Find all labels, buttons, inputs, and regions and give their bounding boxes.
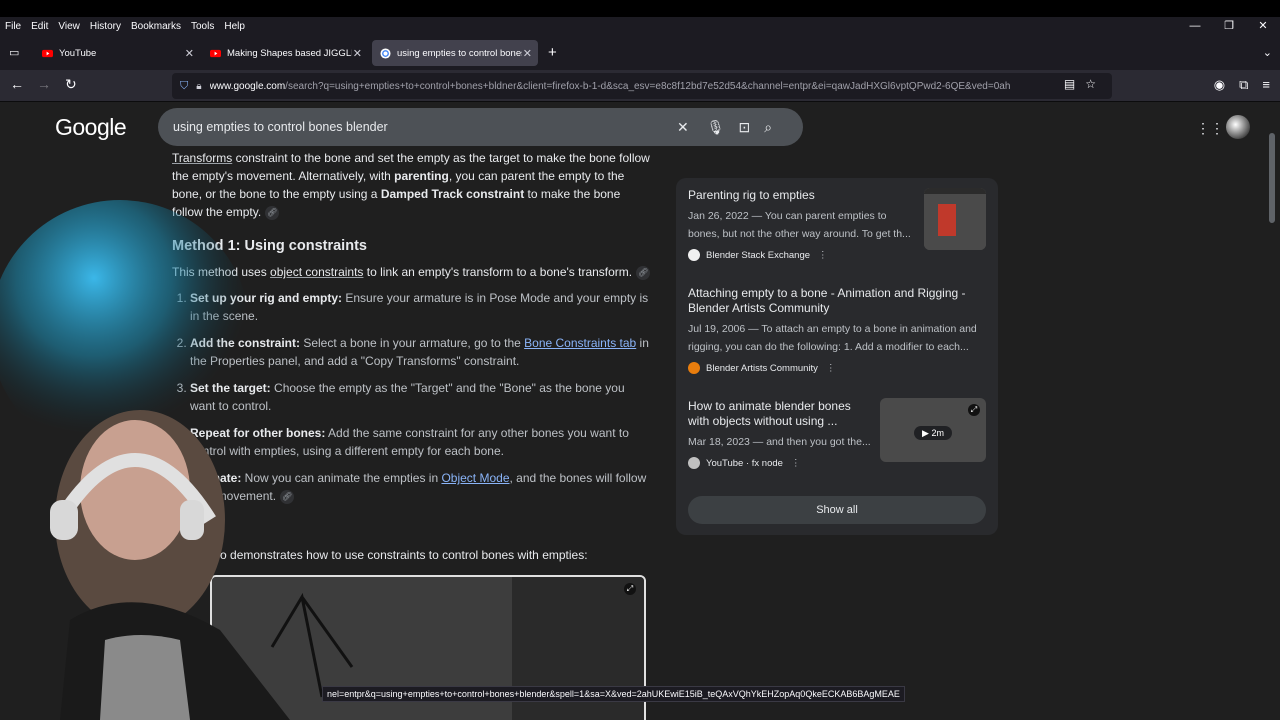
close-window-icon[interactable]: ✕ [1246,17,1280,36]
blender-artists-icon [688,362,700,374]
more-options-icon[interactable]: ⋮ [826,363,836,374]
bone-constraints-link[interactable]: Bone Constraints tab [524,336,636,350]
card-description: Jul 19, 2006 — To attach an empty to a b… [688,323,977,353]
camera-search-icon[interactable]: ⊡ [739,119,751,136]
restore-icon[interactable]: ❐ [1212,17,1246,36]
clear-icon[interactable]: ✕ [677,119,689,136]
menu-file[interactable]: File [0,21,26,32]
more-options-icon[interactable]: ⋮ [818,250,828,261]
url-text[interactable]: www.google.com/search?q=using+empties+to… [210,81,1050,92]
more-options-icon[interactable]: ⋮ [791,458,801,469]
tab-label: YouTube [59,47,97,59]
window-controls: — ❐ ✕ [1178,17,1280,36]
navigation-bar: ← → ↻ ⛉ 🔒︎ www.google.com/search?q=using… [0,70,1280,102]
close-tab-icon[interactable]: ✕ [353,47,362,60]
source-card[interactable]: Attaching empty to a bone - Animation an… [688,286,988,374]
menu-hamburger-icon[interactable]: ≡ [1262,77,1270,93]
youtube-channel-icon [688,457,700,469]
card-source: Blender Artists Community ⋮ [688,362,988,374]
expand-icon[interactable]: ⤢ [624,583,636,595]
reader-view-icon[interactable]: ▤ [1064,77,1075,91]
card-description: Jan 26, 2022 — You can parent empties to… [688,210,911,240]
link-icon[interactable]: 🔗︎ [636,265,651,280]
forward-icon[interactable]: → [37,76,51,92]
shield-icon[interactable]: ⛉ [180,80,188,93]
menu-tools[interactable]: Tools [186,21,219,32]
tab-youtube[interactable]: YouTube ✕ [34,40,200,66]
video-card-thumbnail[interactable]: ▶ 2m ⤢ [880,398,986,462]
tab-making-shapes[interactable]: Making Shapes based JIGGLE C ✕ [202,40,368,66]
card-title[interactable]: How to animate blender bones with object… [688,399,868,429]
search-input[interactable]: using empties to control bones blender [173,120,663,134]
stack-exchange-icon [688,249,700,261]
reload-icon[interactable]: ↻ [65,76,77,93]
google-icon [380,47,391,59]
object-mode-link[interactable]: Object Mode [441,471,509,485]
tab-label: using empties to control bones [397,47,522,59]
close-tab-icon[interactable]: ✕ [523,47,532,60]
avatar[interactable] [1226,115,1250,139]
card-description: Mar 18, 2023 — and then you got the... [688,436,871,448]
youtube-icon [42,49,53,57]
menu-help[interactable]: Help [219,21,250,32]
lock-icon[interactable]: 🔒︎ [196,81,201,92]
bookmark-star-icon[interactable]: ☆ [1085,77,1096,91]
google-logo[interactable]: Google [55,114,127,141]
search-box[interactable]: using empties to control bones blender ✕… [158,108,803,146]
scrollbar[interactable] [1269,133,1275,223]
card-title[interactable]: Attaching empty to a bone - Animation an… [688,286,983,316]
blender-screenshot-thumbnail [924,188,986,250]
tab-bar: ▭ YouTube ✕ Making Shapes based JIGGLE C… [0,36,1280,70]
close-tab-icon[interactable]: ✕ [185,47,194,60]
card-source: Blender Stack Exchange ⋮ [688,249,988,261]
tab-overflow-icon[interactable]: ⌄ [1263,46,1272,59]
expand-icon[interactable]: ⤢ [968,404,980,416]
minimize-icon[interactable]: — [1178,17,1212,36]
url-bar[interactable]: ⛉ 🔒︎ www.google.com/search?q=using+empti… [172,73,1112,99]
new-tab-icon[interactable]: + [548,44,557,61]
tab-label: Making Shapes based JIGGLE C [227,47,352,59]
tab-list-icon[interactable]: ▭ [9,46,19,59]
search-icon[interactable]: ⌕ [764,119,772,136]
top-black-bar [0,0,1280,17]
menu-bar: File Edit View History Bookmarks Tools H… [0,17,1280,36]
sources-panel: Parenting rig to empties Jan 26, 2022 — … [676,178,998,535]
tab-google-search[interactable]: using empties to control bones ✕ [372,40,538,66]
show-all-button[interactable]: Show all [688,496,986,524]
menu-view[interactable]: View [53,21,85,32]
account-icon[interactable]: ◉ [1214,77,1225,93]
card-thumbnail[interactable] [924,188,986,250]
youtube-icon [210,49,221,57]
menu-bookmarks[interactable]: Bookmarks [126,21,186,32]
microphone-icon[interactable]: 🎙︎ [707,119,725,136]
menu-edit[interactable]: Edit [26,21,53,32]
webcam-overlay [0,200,290,720]
back-icon[interactable]: ← [10,76,24,92]
extensions-icon[interactable]: ⧉ [1239,77,1248,93]
status-bar-link-preview: nel=entpr&q=using+empties+to+control+bon… [322,686,905,702]
menu-history[interactable]: History [85,21,126,32]
duration-badge: ▶ 2m [914,426,952,440]
